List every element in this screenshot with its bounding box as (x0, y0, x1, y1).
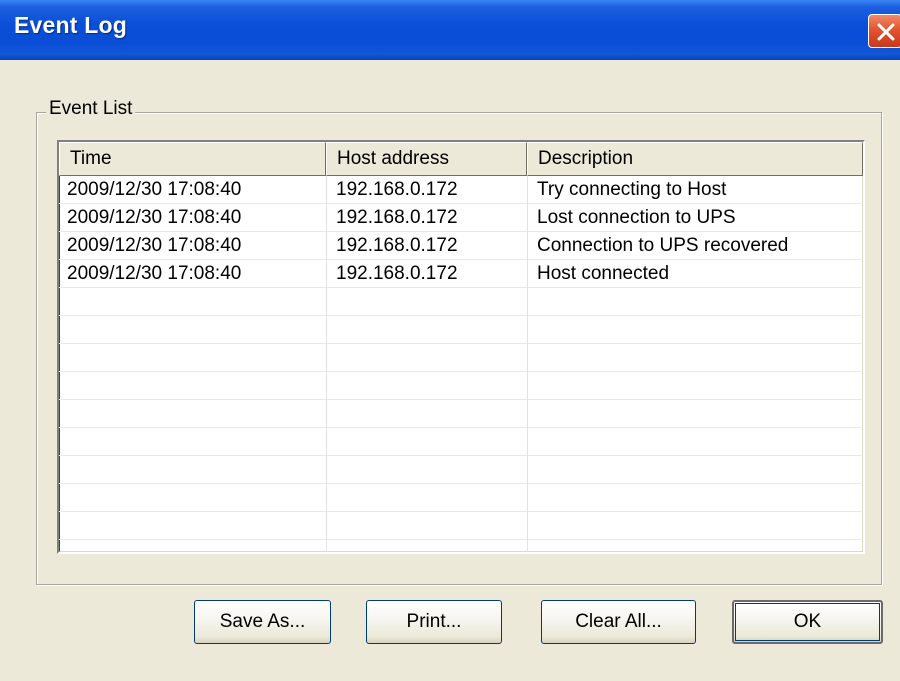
column-header-description[interactable]: Description (527, 142, 863, 176)
column-header-time[interactable]: Time (59, 142, 326, 176)
clear-all-button[interactable]: Clear All... (541, 600, 696, 644)
cell-description: Host connected (537, 263, 670, 284)
table-row[interactable]: 2009/12/30 17:08:40 192.168.0.172 Host c… (59, 260, 863, 288)
cell-time: 2009/12/30 17:08:40 (67, 263, 242, 284)
cell-description: Try connecting to Host (537, 179, 727, 200)
event-list-label: Event List (46, 98, 136, 120)
column-header-host-address[interactable]: Host address (326, 142, 527, 176)
table-header: Time Host address Description (59, 142, 863, 176)
cell-host: 192.168.0.172 (336, 207, 458, 228)
save-as-button[interactable]: Save As... (194, 600, 331, 644)
event-log-window: Event Log Event List Time Host address D… (0, 0, 900, 681)
print-button[interactable]: Print... (366, 600, 502, 644)
cell-host: 192.168.0.172 (336, 263, 458, 284)
cell-description: Connection to UPS recovered (537, 235, 789, 256)
close-icon (877, 23, 895, 41)
window-title: Event Log (14, 12, 127, 38)
table-row[interactable]: 2009/12/30 17:08:40 192.168.0.172 Try co… (59, 176, 863, 204)
title-bar[interactable]: Event Log (0, 0, 900, 60)
close-button[interactable] (868, 14, 900, 48)
cell-host: 192.168.0.172 (336, 179, 458, 200)
cell-time: 2009/12/30 17:08:40 (67, 235, 242, 256)
table-row[interactable]: 2009/12/30 17:08:40 192.168.0.172 Lost c… (59, 204, 863, 232)
cell-time: 2009/12/30 17:08:40 (67, 179, 242, 200)
cell-description: Lost connection to UPS (537, 207, 736, 228)
event-list-table[interactable]: Time Host address Description 2009/12/30… (57, 140, 865, 554)
cell-time: 2009/12/30 17:08:40 (67, 207, 242, 228)
cell-host: 192.168.0.172 (336, 235, 458, 256)
table-row[interactable]: 2009/12/30 17:08:40 192.168.0.172 Connec… (59, 232, 863, 260)
ok-button[interactable]: OK (732, 600, 883, 644)
